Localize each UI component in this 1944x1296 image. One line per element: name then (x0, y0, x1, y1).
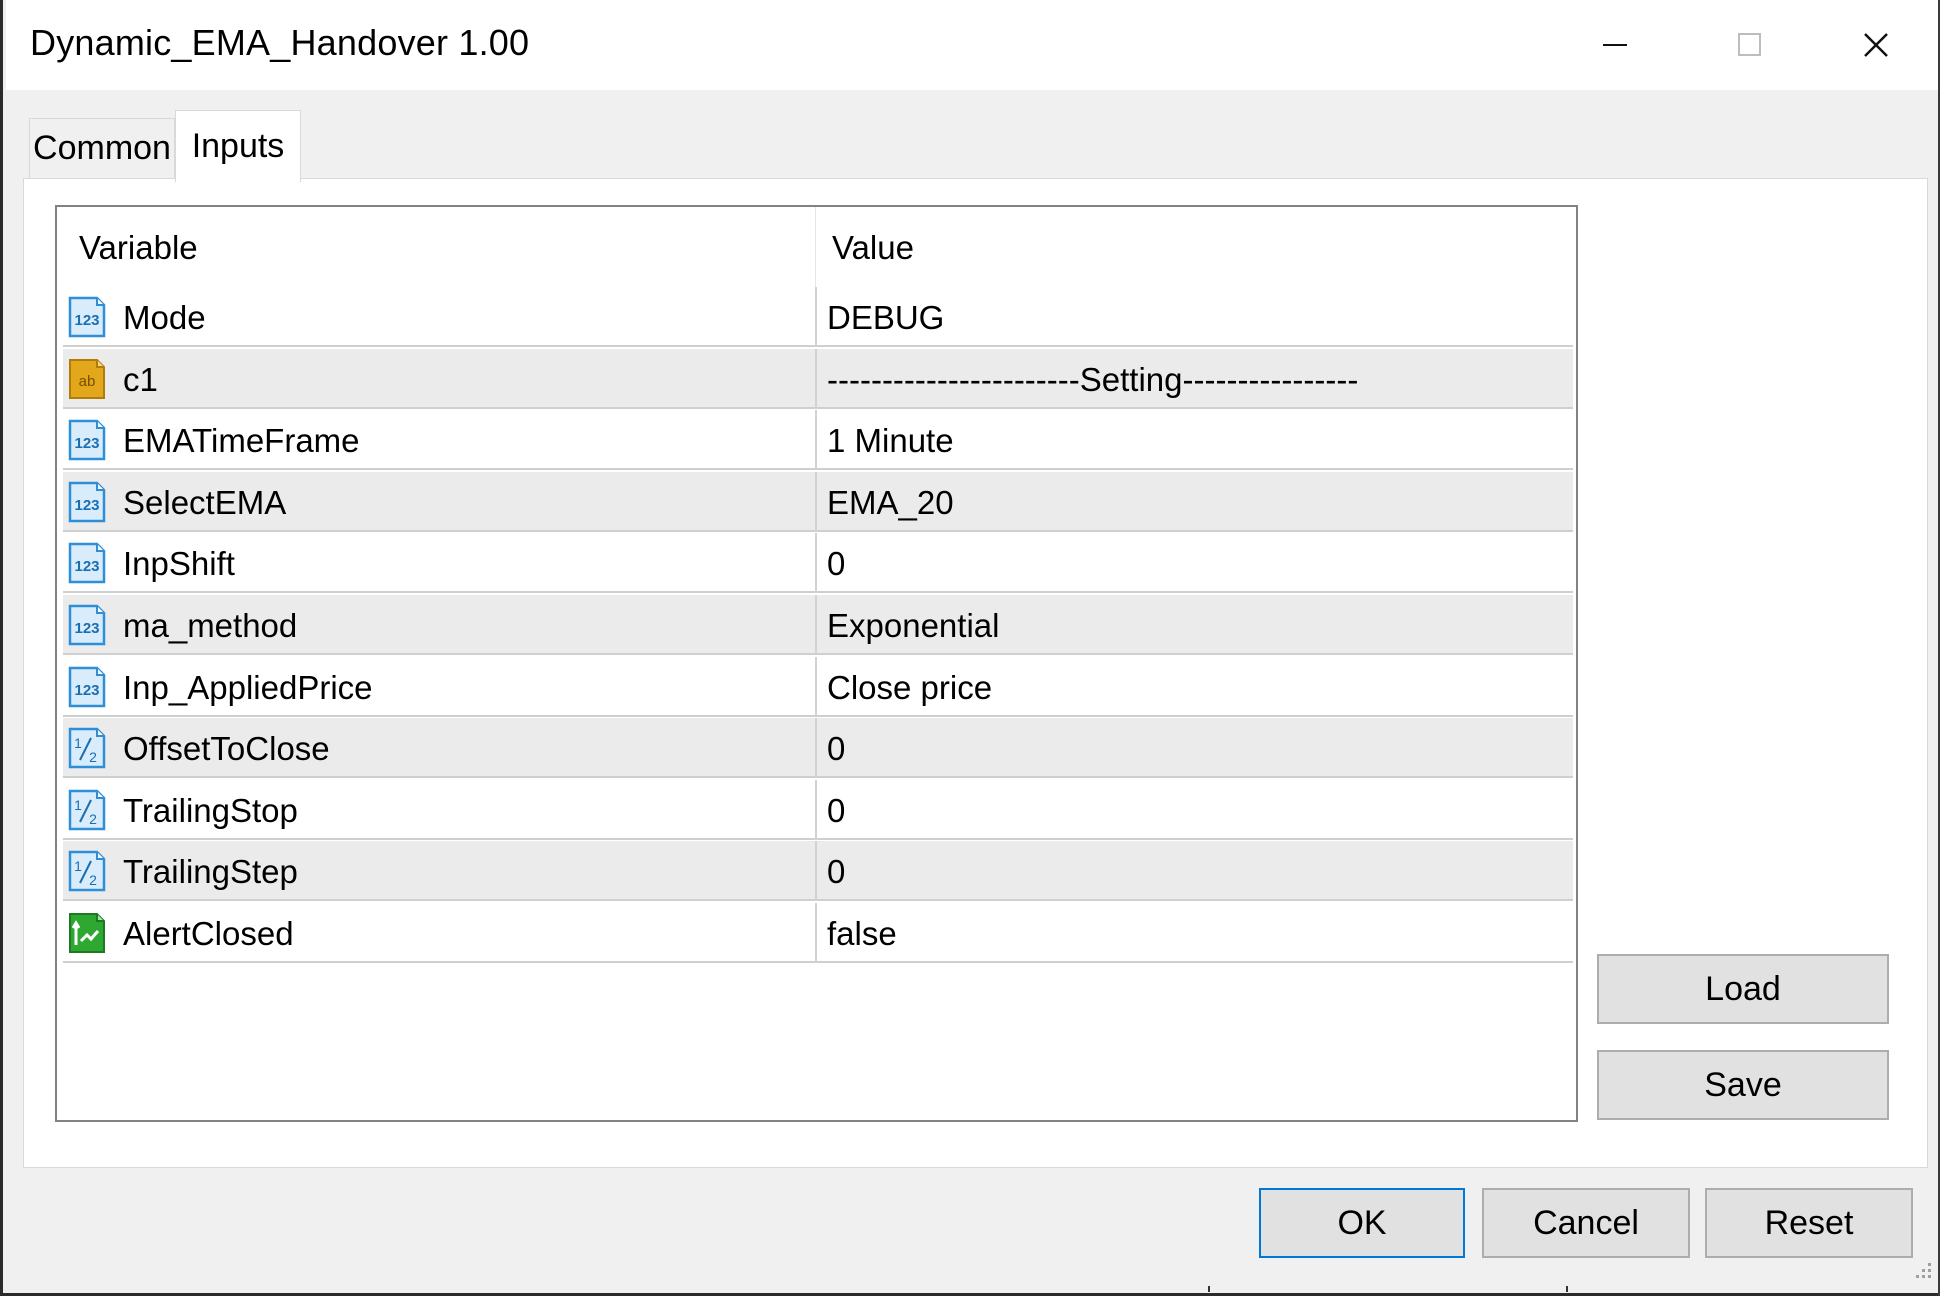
table-row[interactable]: 123 EMATimeFrame 1 Minute (63, 410, 1573, 471)
variable-name: InpShift (123, 545, 235, 583)
svg-text:123: 123 (74, 682, 99, 699)
table-row[interactable]: 1 2 OffsetToClose 0 (63, 718, 1573, 779)
fraction-icon: 12 (67, 849, 107, 893)
close-button[interactable] (1812, 0, 1940, 90)
fraction-icon: 12 (67, 788, 107, 832)
table-row[interactable]: 123 InpShift 0 (63, 533, 1573, 594)
fraction-icon: 12 (67, 726, 107, 770)
load-button[interactable]: Load (1597, 954, 1889, 1024)
bool-icon (67, 911, 107, 955)
cell-divider (815, 779, 817, 840)
grid-header: Variable Value (57, 207, 1576, 287)
cell-divider (815, 718, 817, 779)
value-cell[interactable]: 1 Minute (827, 422, 954, 460)
cell-divider (815, 903, 817, 963)
svg-text:1: 1 (74, 858, 82, 874)
value-cell[interactable]: 0 (827, 545, 845, 583)
svg-text:2: 2 (89, 811, 97, 827)
cell-divider (815, 841, 817, 902)
window-edge (1938, 0, 1944, 1296)
value-cell[interactable]: 0 (827, 730, 845, 768)
svg-text:123: 123 (74, 435, 99, 452)
variable-name: AlertClosed (123, 915, 294, 952)
svg-text:1: 1 (74, 735, 82, 751)
close-icon (1864, 33, 1888, 57)
integer-icon: 123 (67, 418, 107, 462)
variable-name: Mode (123, 299, 206, 336)
title-bar[interactable]: Dynamic_EMA_Handover 1.00 (6, 0, 1939, 90)
svg-text:123: 123 (74, 497, 99, 514)
svg-text:123: 123 (74, 558, 99, 575)
variable-name: TrailingStop (123, 791, 298, 829)
column-header-value[interactable]: Value (832, 229, 914, 267)
cell-divider (815, 533, 817, 594)
variable-name: EMATimeFrame (123, 422, 360, 460)
cell-divider (815, 656, 817, 717)
maximize-button[interactable] (1686, 0, 1814, 90)
value-cell[interactable]: false (827, 915, 897, 953)
reset-button[interactable]: Reset (1705, 1188, 1913, 1258)
value-cell[interactable]: -----------------------Setting----------… (827, 361, 1358, 399)
minimize-icon (1603, 44, 1627, 46)
resize-grip-icon[interactable] (1910, 1257, 1934, 1281)
cell-divider (815, 287, 817, 347)
dialog-window: Dynamic_EMA_Handover 1.00 Common Inputs … (0, 0, 1944, 1296)
minimize-button[interactable] (1551, 0, 1679, 90)
value-cell[interactable]: EMA_20 (827, 484, 954, 522)
string-icon: ab (67, 357, 107, 401)
table-row[interactable]: 1 2 TrailingStep 0 (63, 841, 1573, 902)
variable-name: ma_method (123, 607, 298, 644)
table-row[interactable]: AlertClosed false (63, 903, 1573, 963)
value-cell[interactable]: Exponential (827, 607, 999, 645)
table-row[interactable]: 123 Mode DEBUG (63, 287, 1573, 347)
svg-text:123: 123 (74, 620, 99, 637)
maximize-icon (1738, 33, 1761, 56)
table-row[interactable]: 1 2 TrailingStop 0 (63, 779, 1573, 840)
value-cell[interactable]: Close price (827, 669, 992, 707)
table-row[interactable]: 123 SelectEMA EMA_20 (63, 471, 1573, 532)
integer-icon: 123 (67, 295, 107, 339)
variable-name: c1 (123, 360, 158, 398)
cell-divider (815, 471, 817, 532)
variable-name: OffsetToClose (123, 730, 330, 768)
value-cell[interactable]: 0 (827, 853, 845, 891)
variable-name: Inp_AppliedPrice (123, 668, 373, 706)
integer-icon: 123 (67, 665, 107, 709)
tab-common[interactable]: Common (29, 118, 175, 178)
save-button[interactable]: Save (1597, 1050, 1889, 1120)
inputs-grid[interactable]: Variable Value 123 Mode DEBUG ab c1 ---------… (55, 205, 1578, 1122)
background-window-edge (1208, 1286, 1568, 1292)
variable-name: TrailingStep (123, 853, 298, 891)
column-divider[interactable] (815, 207, 816, 287)
svg-text:2: 2 (89, 749, 97, 765)
table-row[interactable]: 123 Inp_AppliedPrice Close price (63, 656, 1573, 717)
cancel-button[interactable]: Cancel (1482, 1188, 1690, 1258)
ok-button[interactable]: OK (1259, 1188, 1465, 1258)
integer-icon: 123 (67, 541, 107, 585)
table-row[interactable]: 123 ma_method Exponential (63, 595, 1573, 655)
table-row[interactable]: ab c1 -----------------------Setting------… (63, 348, 1573, 409)
variable-name: SelectEMA (123, 483, 287, 521)
svg-text:ab: ab (79, 373, 96, 390)
window-title: Dynamic_EMA_Handover 1.00 (30, 22, 530, 63)
integer-icon: 123 (67, 603, 107, 647)
cell-divider (815, 410, 817, 471)
svg-text:2: 2 (89, 872, 97, 888)
svg-text:123: 123 (74, 312, 99, 329)
cell-divider (815, 595, 817, 655)
value-cell[interactable]: DEBUG (827, 299, 944, 337)
tab-inputs[interactable]: Inputs (175, 110, 301, 182)
cell-divider (815, 348, 817, 409)
svg-text:1: 1 (74, 797, 82, 813)
value-cell[interactable]: 0 (827, 792, 845, 830)
integer-icon: 123 (67, 480, 107, 524)
column-header-variable[interactable]: Variable (79, 229, 198, 267)
